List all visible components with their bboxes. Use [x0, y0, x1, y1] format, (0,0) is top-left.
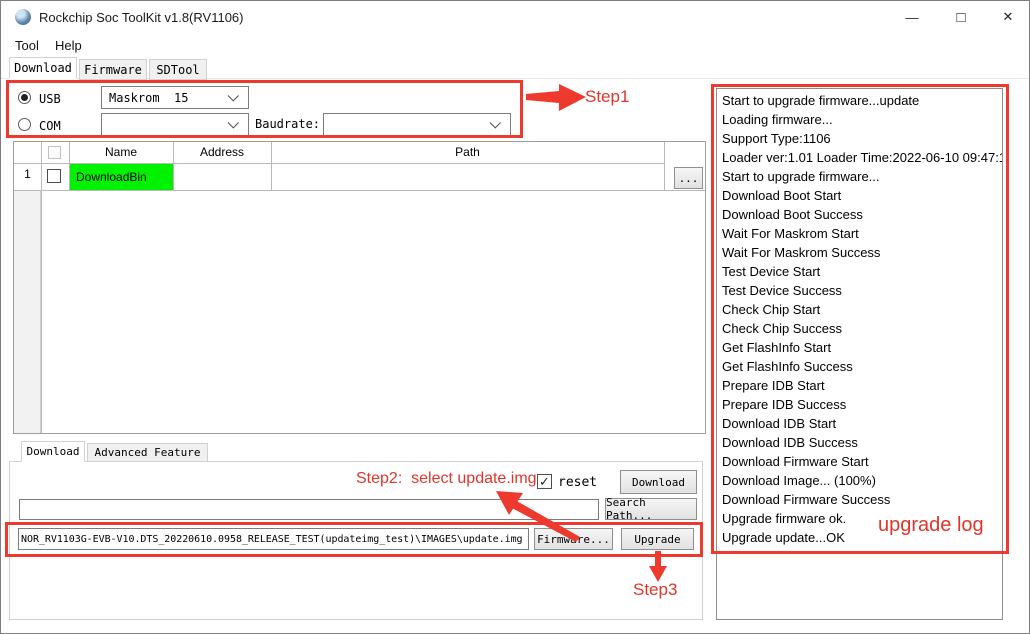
chevron-down-icon	[228, 117, 239, 128]
step3-annotation-text: Step3	[633, 580, 677, 600]
tab-download[interactable]: Download	[9, 57, 77, 79]
reset-checkbox[interactable]: ✓	[537, 474, 552, 489]
grid-line	[664, 142, 665, 190]
upgrade-image-path-input[interactable]: NOR_RV1103G-EVB-V10.DTS_20220610.0958_RE…	[18, 528, 529, 550]
close-button[interactable]: ✕	[985, 1, 1030, 33]
log-line: Test Device Start	[722, 262, 1002, 281]
log-line: Prepare IDB Success	[722, 395, 1002, 414]
column-header-name: Name	[69, 145, 173, 159]
step1-arrow-icon	[526, 84, 586, 111]
com-port-dropdown[interactable]	[101, 113, 249, 136]
menu-help[interactable]: Help	[49, 36, 88, 56]
usb-radio[interactable]	[18, 91, 31, 104]
row-checkbox[interactable]	[47, 169, 61, 183]
step2-annotation-text: Step2: select update.img	[356, 470, 537, 488]
log-line: Get FlashInfo Start	[722, 338, 1002, 357]
log-line: Download Boot Start	[722, 186, 1002, 205]
app-icon	[15, 9, 31, 25]
log-line: Loader ver:1.01 Loader Time:2022-06-10 0…	[722, 148, 1002, 167]
table-select-all-checkbox[interactable]	[48, 146, 61, 159]
step1-annotation-text: Step1	[585, 87, 629, 107]
usb-radio-label: USB	[39, 92, 61, 106]
log-line: Support Type:1106	[722, 129, 1002, 148]
upgrade-button[interactable]: Upgrade	[621, 528, 694, 550]
reset-checkbox-label: reset	[558, 475, 597, 490]
title-bar: Rockchip Soc ToolKit v1.8(RV1106) — □ ✕	[1, 1, 1029, 33]
log-line: Download Firmware Success	[722, 490, 1002, 509]
row-number: 1	[14, 167, 41, 181]
log-line: Test Device Success	[722, 281, 1002, 300]
browse-path-button[interactable]: ...	[674, 167, 703, 189]
baudrate-label: Baudrate:	[255, 117, 320, 131]
log-line: Download IDB Start	[722, 414, 1002, 433]
upgrade-image-path-text: NOR_RV1103G-EVB-V10.DTS_20220610.0958_RE…	[19, 534, 523, 545]
log-line: Loading firmware...	[722, 110, 1002, 129]
tab-sdtool[interactable]: SDTool	[149, 59, 207, 80]
com-radio[interactable]	[18, 118, 31, 131]
device-type-value: Maskrom 15	[102, 91, 230, 105]
table-rowheader-strip	[14, 190, 41, 433]
window-title: Rockchip Soc ToolKit v1.8(RV1106)	[39, 10, 244, 25]
firmware-path-input[interactable]	[19, 499, 599, 520]
log-line: Download Boot Success	[722, 205, 1002, 224]
log-line: Check Chip Start	[722, 300, 1002, 319]
download-button[interactable]: Download	[620, 470, 697, 494]
bottom-tab-download[interactable]: Download	[21, 441, 85, 462]
column-header-path: Path	[271, 145, 664, 159]
log-line: Start to upgrade firmware...	[722, 167, 1002, 186]
minimize-button[interactable]: —	[889, 1, 935, 33]
log-line: Wait For Maskrom Start	[722, 224, 1002, 243]
com-radio-label: COM	[39, 119, 61, 133]
log-line: Wait For Maskrom Success	[722, 243, 1002, 262]
row-name-cell[interactable]: DownloadBin	[70, 164, 173, 190]
tab-firmware[interactable]: Firmware	[79, 59, 147, 80]
upgrade-log-annotation-text: upgrade log	[878, 514, 984, 537]
upgrade-log-panel[interactable]: Start to upgrade firmware...updateLoadin…	[716, 88, 1003, 620]
log-lines: Start to upgrade firmware...updateLoadin…	[722, 91, 1002, 547]
device-type-dropdown[interactable]: Maskrom 15	[101, 86, 249, 109]
baudrate-dropdown[interactable]	[323, 113, 511, 136]
log-line: Prepare IDB Start	[722, 376, 1002, 395]
app-window: Rockchip Soc ToolKit v1.8(RV1106) — □ ✕ …	[0, 0, 1030, 634]
com-radio-circle	[18, 118, 31, 131]
log-line: Download IDB Success	[722, 433, 1002, 452]
column-header-address: Address	[173, 145, 271, 159]
firmware-button[interactable]: Firmware...	[534, 528, 613, 550]
log-line: Get FlashInfo Success	[722, 357, 1002, 376]
log-line: Download Firmware Start	[722, 452, 1002, 471]
chevron-down-icon	[490, 117, 501, 128]
search-path-button[interactable]: Search Path...	[605, 498, 697, 520]
menu-tool[interactable]: Tool	[9, 36, 45, 56]
log-line: Check Chip Success	[722, 319, 1002, 338]
log-line: Start to upgrade firmware...update	[722, 91, 1002, 110]
usb-radio-circle	[18, 91, 31, 104]
maximize-button[interactable]: □	[938, 1, 984, 33]
grid-line	[41, 142, 42, 433]
bottom-tab-advanced-feature[interactable]: Advanced Feature	[87, 443, 208, 462]
log-line: Download Image... (100%)	[722, 471, 1002, 490]
grid-line	[14, 190, 705, 191]
